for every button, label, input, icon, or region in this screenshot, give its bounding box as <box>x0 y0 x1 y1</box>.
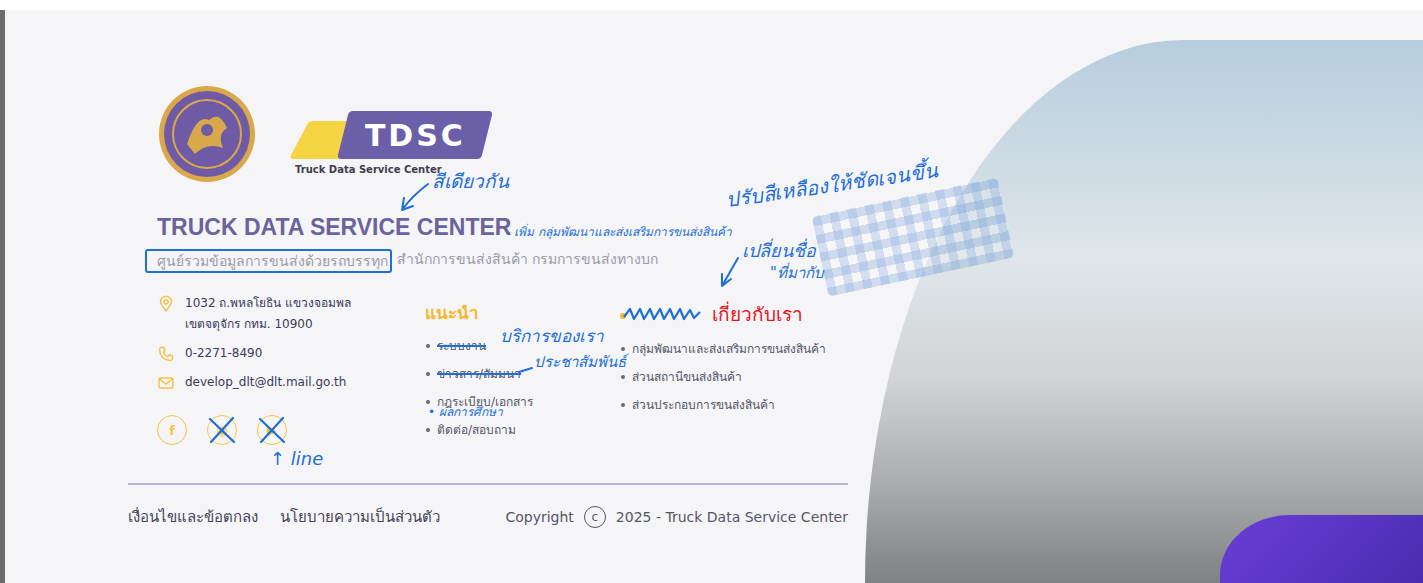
purple-corner-shape <box>1220 515 1423 583</box>
footer-columns: 1032 ถ.พหลโยธิน แขวงจอมพลเขตจตุจักร กทม.… <box>128 293 848 483</box>
footer-content: TDSC Truck Data Service Center TRUCK DAT… <box>128 10 848 528</box>
footer-link[interactable]: ส่วนสถานีขนส่งสินค้า <box>620 363 848 391</box>
contact-row: 0-2271-8490 <box>157 343 425 364</box>
contact-text[interactable]: develop_dlt@dlt.mail.go.th <box>185 372 346 393</box>
contact-text[interactable]: 0-2271-8490 <box>185 343 262 364</box>
site-title: TRUCK DATA SERVICE CENTER <box>157 214 848 240</box>
logo-purple-shape: TDSC <box>337 111 493 159</box>
handwritten-note: สีเดียวกัน <box>432 170 509 193</box>
handwritten-note: • ผลการศึกษา <box>428 405 503 419</box>
handwritten-note: ประชาสัมพันธ์ <box>534 353 626 371</box>
link-list: กลุ่มพัฒนาและส่งเสริมการขนส่งสินค้าส่วนส… <box>620 335 848 419</box>
social-button[interactable]: f <box>157 415 187 445</box>
copyright: Copyright c 2025 - Truck Data Service Ce… <box>505 506 848 528</box>
legal-link[interactable]: นโยบายความเป็นส่วนตัว <box>280 506 440 528</box>
column-heading: เกี่ยวกับเรา <box>712 299 803 329</box>
annotation-arrows-icon <box>0 0 1423 583</box>
copyright-text: 2025 - Truck Data Service Center <box>616 509 848 525</box>
column-heading-row: แนะนำ <box>425 299 620 326</box>
annotation-layer: สีเดียวกัน - เพิ่ม กลุ่มพัฒนาและส่งเสริมก… <box>0 0 1423 583</box>
phone-icon <box>157 345 175 363</box>
tdsc-mark: TDSC <box>291 111 487 159</box>
subtitle-marked: ศูนย์รวมข้อมูลการขนส่งด้วยรถบรรทุก <box>145 249 392 273</box>
department-emblem-icon <box>157 84 257 184</box>
contact-line: 0-2271-8490 <box>185 343 262 364</box>
footer-left: TDSC Truck Data Service Center TRUCK DAT… <box>5 10 865 583</box>
contact-text: 1032 ถ.พหลโยธิน แขวงจอมพลเขตจตุจักร กทม.… <box>185 293 351 335</box>
cross-out-mark-icon <box>255 413 289 447</box>
social-button[interactable]: ▶ <box>257 415 287 445</box>
legal-links: เงื่อนไขและข้อตกลง นโยบายความเป็นส่วนตัว <box>128 506 440 528</box>
cross-out-mark-icon <box>205 413 239 447</box>
handwritten-note: ปรับสีเหลืองให้ชัดเจนขึ้น <box>724 158 939 212</box>
footer-link[interactable]: ข่าวสาร/สัมมนา <box>425 360 620 388</box>
handwritten-note: เปลี่ยนชื่อ <box>742 240 816 262</box>
site-subtitle: ศูนย์รวมข้อมูลการขนส่งด้วยรถบรรทุก สำนัก… <box>145 249 848 273</box>
footer-link[interactable]: กลุ่มพัฒนาและส่งเสริมการขนส่งสินค้า <box>620 335 848 363</box>
contact-line: develop_dlt@dlt.mail.go.th <box>185 372 346 393</box>
handwritten-note: ↑ line <box>270 448 323 470</box>
footer-link[interactable]: ระบบงาน <box>425 332 620 360</box>
subtitle-rest: สำนักการขนส่งสินค้า กรมการขนส่งทางบก <box>397 249 658 273</box>
contact-row: 1032 ถ.พหลโยธิน แขวงจอมพลเขตจตุจักร กทม.… <box>157 293 425 335</box>
legal-link[interactable]: เงื่อนไขและข้อตกลง <box>128 506 258 528</box>
social-button[interactable]: ◉ <box>207 415 237 445</box>
footer-link[interactable]: ส่วนประกอบการขนส่งสินค้า <box>620 391 848 419</box>
footer-link[interactable]: กฎระเบียบ/เอกสาร <box>425 388 620 416</box>
logo-text: TDSC <box>365 118 466 153</box>
contact-line: 1032 ถ.พหลโยธิน แขวงจอมพล <box>185 293 351 314</box>
location-pin-icon <box>157 295 175 313</box>
logo-row: TDSC Truck Data Service Center <box>157 84 848 184</box>
social-links: f ◉ ▶ <box>157 415 425 445</box>
contact-line: เขตจตุจักร กทม. 10900 <box>185 314 351 335</box>
link-list: ระบบงานข่าวสาร/สัมมนากฎระเบียบ/เอกสารติด… <box>425 332 620 444</box>
contact-row: develop_dlt@dlt.mail.go.th <box>157 372 425 393</box>
footer-panel: TDSC Truck Data Service Center TRUCK DAT… <box>0 10 1423 583</box>
handwritten-note: "ที่มากับ <box>770 264 824 282</box>
column-heading: แนะนำ <box>425 299 479 326</box>
footer-bottom: เงื่อนไขและข้อตกลงนโยบายความเป็นส่วนตัว … <box>128 506 848 528</box>
copyright-icon: c <box>584 506 606 528</box>
footer-screen: TDSC Truck Data Service Center TRUCK DAT… <box>0 0 1423 583</box>
mail-icon <box>157 374 175 392</box>
copyright-label: Copyright <box>505 509 573 525</box>
tdsc-logo: TDSC Truck Data Service Center <box>291 111 487 175</box>
contact-column: 1032 ถ.พหลโยธิน แขวงจอมพลเขตจตุจักร กทม.… <box>157 293 425 483</box>
handwritten-note: - เพิ่ม กลุ่มพัฒนาและส่งเสริมการขนส่งสิน… <box>506 225 732 239</box>
logo-tagline: Truck Data Service Center <box>291 164 487 175</box>
social-glyph: f <box>169 423 175 438</box>
footer-divider <box>128 483 848 485</box>
scribble-mark-icon <box>620 304 702 324</box>
truck-photo <box>865 40 1423 583</box>
link-column: แนะนำ ระบบงานข่าวสาร/สัมมนากฎระเบียบ/เอก… <box>425 293 620 483</box>
column-heading-row: เกี่ยวกับเรา <box>620 299 848 329</box>
footer-link[interactable]: ติดต่อ/สอบถาม <box>425 416 620 444</box>
handwritten-note: บริการของเรา <box>500 326 604 346</box>
link-column: เกี่ยวกับเรา กลุ่มพัฒนาและส่งเสริมการขนส… <box>620 293 848 483</box>
footer-header: TDSC Truck Data Service Center TRUCK DAT… <box>128 84 848 273</box>
